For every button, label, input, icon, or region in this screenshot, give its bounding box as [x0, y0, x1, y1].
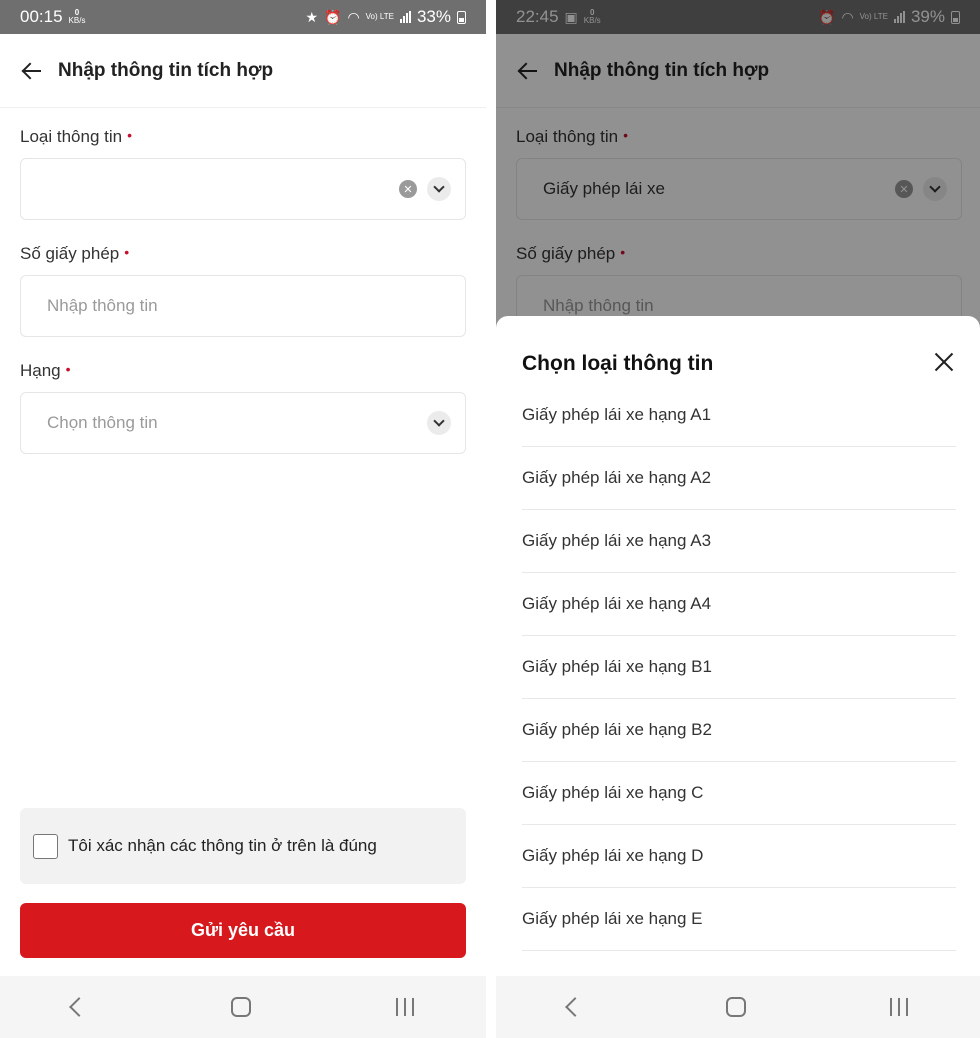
star-icon: ★	[305, 8, 318, 25]
list-item[interactable]: Giấy phép lái xe hạng C	[522, 762, 956, 825]
battery-icon	[457, 10, 466, 24]
alarm-icon: ⏰	[818, 8, 836, 25]
checkbox-icon[interactable]	[33, 833, 58, 859]
status-bar: 00:15 0 KB/s ★ ⏰ ◠ Vo) LTE 33%	[0, 0, 486, 34]
submit-button[interactable]: Gửi yêu cầu	[20, 903, 466, 958]
close-icon[interactable]	[932, 350, 956, 374]
system-nav-bar	[496, 976, 980, 1038]
page-title: Nhập thông tin tích hợp	[554, 59, 770, 81]
lte-badge: Vo) LTE	[365, 12, 394, 21]
image-icon: ▣	[564, 8, 578, 25]
status-time: 00:15	[20, 7, 63, 26]
status-bar: 22:45 ▣ 0 KB/s ⏰ ◠ Vo) LTE 39%	[496, 0, 980, 34]
system-nav-bar	[0, 976, 486, 1038]
status-time: 22:45	[516, 7, 559, 26]
list-item[interactable]: Giấy phép lái xe hạng B2	[522, 699, 956, 762]
clear-icon[interactable]: ✕	[399, 180, 417, 198]
list-item[interactable]: Giấy phép lái xe hạng A2	[522, 447, 956, 510]
type-field-label: Loại thông tin •	[516, 127, 628, 146]
license-input-placeholder: Nhập thông tin	[543, 296, 654, 315]
page-title: Nhập thông tin tích hợp	[58, 59, 274, 81]
list-item[interactable]: Giấy phép lái xe hạng E	[522, 888, 956, 951]
nav-recent-icon[interactable]	[890, 998, 908, 1016]
license-input-placeholder: Nhập thông tin	[47, 296, 158, 315]
nav-home-icon[interactable]	[726, 997, 746, 1017]
type-select[interactable]: Giấy phép lái xe ✕	[516, 158, 962, 220]
bottom-sheet: Chọn loại thông tin Giấy phép lái xe hạn…	[496, 316, 980, 976]
back-arrow-icon[interactable]	[516, 59, 540, 83]
signal-icon	[399, 11, 411, 23]
nav-back-icon[interactable]	[69, 997, 90, 1017]
list-item[interactable]: Giấy phép lái xe hạng A4	[522, 573, 956, 636]
license-field-label: Số giấy phép •	[20, 244, 130, 263]
clear-icon[interactable]: ✕	[895, 180, 913, 198]
network-speed: 0 KB/s	[583, 8, 601, 25]
chevron-down-icon[interactable]	[427, 411, 451, 435]
option-list: Giấy phép lái xe hạng A1 Giấy phép lái x…	[522, 384, 956, 951]
confirm-checkbox-row[interactable]: Tôi xác nhận các thông tin ở trên là đún…	[20, 808, 466, 884]
required-mark: •	[623, 127, 628, 143]
license-field-label: Số giấy phép •	[516, 244, 626, 263]
app-header: Nhập thông tin tích hợp	[496, 34, 980, 108]
back-arrow-icon[interactable]	[20, 59, 44, 83]
signal-icon	[893, 11, 905, 23]
required-mark: •	[124, 244, 130, 260]
lte-badge: Vo) LTE	[859, 12, 888, 21]
class-select[interactable]: Chọn thông tin	[20, 392, 466, 454]
required-mark: •	[620, 244, 626, 260]
list-item[interactable]: Giấy phép lái xe hạng B1	[522, 636, 956, 699]
battery-icon	[951, 10, 960, 24]
list-item[interactable]: Giấy phép lái xe hạng A1	[522, 384, 956, 447]
sheet-title: Chọn loại thông tin	[522, 352, 714, 375]
phone-screen-left: 00:15 0 KB/s ★ ⏰ ◠ Vo) LTE 33% Nhập thôn…	[0, 0, 486, 1038]
nav-back-icon[interactable]	[565, 997, 585, 1017]
class-field-label: Hạng •	[20, 361, 71, 380]
phone-screen-right: 22:45 ▣ 0 KB/s ⏰ ◠ Vo) LTE 39% Nhập thôn…	[496, 0, 980, 1038]
type-field-label: Loại thông tin •	[20, 127, 132, 146]
class-select-placeholder: Chọn thông tin	[47, 413, 158, 432]
nav-home-icon[interactable]	[230, 997, 251, 1017]
chevron-down-icon[interactable]	[923, 177, 947, 201]
type-select[interactable]: ✕	[20, 158, 466, 220]
alarm-icon: ⏰	[324, 8, 342, 25]
type-select-value: Giấy phép lái xe	[543, 179, 665, 198]
network-speed: 0 KB/s	[68, 8, 86, 25]
required-mark: •	[127, 127, 132, 143]
app-header: Nhập thông tin tích hợp	[0, 34, 486, 108]
wifi-icon: ◠	[841, 8, 854, 25]
list-item[interactable]: Giấy phép lái xe hạng A3	[522, 510, 956, 573]
wifi-icon: ◠	[347, 8, 360, 25]
battery-percent: 39%	[910, 7, 945, 26]
license-input[interactable]: Nhập thông tin	[20, 275, 466, 337]
confirm-text: Tôi xác nhận các thông tin ở trên là đún…	[68, 836, 377, 855]
nav-recent-icon[interactable]	[395, 998, 414, 1016]
required-mark: •	[65, 361, 71, 377]
chevron-down-icon[interactable]	[427, 177, 451, 201]
list-item[interactable]: Giấy phép lái xe hạng D	[522, 825, 956, 888]
battery-percent: 33%	[416, 7, 451, 26]
